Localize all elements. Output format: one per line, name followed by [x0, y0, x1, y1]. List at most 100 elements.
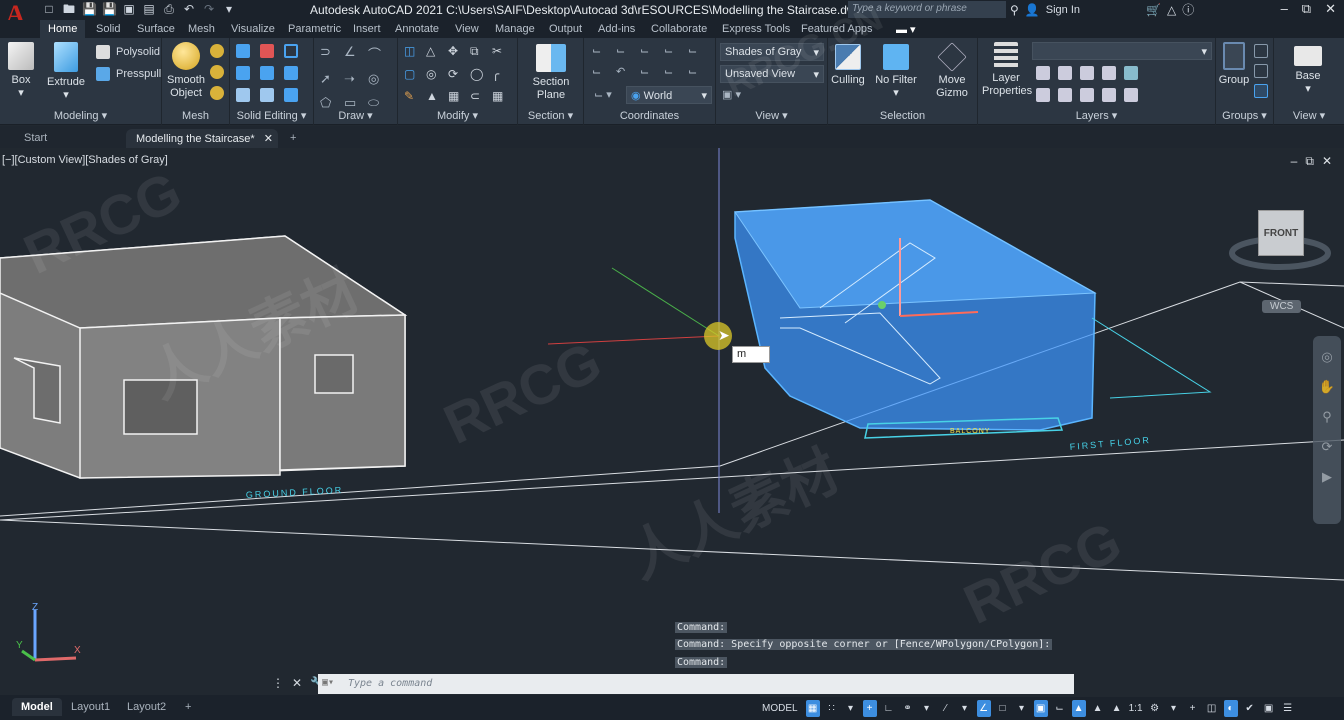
search-input[interactable]: Type a keyword or phrase: [848, 1, 1006, 18]
tab-manage[interactable]: Manage: [489, 22, 541, 36]
annotation-scale-icon[interactable]: ▲: [1110, 700, 1124, 717]
smooth-more-icon[interactable]: [210, 44, 224, 58]
viewcube[interactable]: FRONT: [1258, 210, 1304, 256]
ortho-icon[interactable]: ∟: [882, 700, 896, 717]
annotation-monitor-icon[interactable]: +: [1186, 700, 1200, 717]
ucs-previous2-icon[interactable]: ↶: [616, 65, 632, 78]
layer-unlock-icon[interactable]: [1102, 88, 1116, 102]
slice-icon[interactable]: [260, 66, 274, 80]
panel-label[interactable]: Groups ▾: [1216, 109, 1273, 122]
scale-icon[interactable]: ◯: [470, 67, 486, 81]
layer-state-icon[interactable]: [1124, 66, 1138, 80]
layer-unisolate-icon[interactable]: [1058, 88, 1072, 102]
close-tab-icon[interactable]: ✕: [264, 133, 273, 145]
sign-in-button[interactable]: Sign In: [1046, 4, 1080, 16]
layer-properties-button[interactable]: Layer Properties: [982, 42, 1032, 98]
search-icon[interactable]: ⚲: [1010, 3, 1019, 17]
customize-icon[interactable]: ▾: [222, 2, 236, 16]
ucs-icon[interactable]: ⌙: [592, 44, 608, 57]
ungroup-icon[interactable]: [1254, 44, 1268, 58]
polar-icon[interactable]: ⚭: [901, 700, 915, 717]
panel-label[interactable]: View ▾: [716, 109, 827, 122]
thicken-icon[interactable]: [260, 88, 274, 102]
dynamic-input-icon[interactable]: +: [862, 700, 877, 717]
osnap-track-icon[interactable]: ∠: [976, 700, 991, 717]
workspace-dropdown-icon[interactable]: ▾: [1167, 700, 1181, 717]
layer-match-icon[interactable]: [1124, 88, 1138, 102]
smooth-object-button[interactable]: Smooth Object: [166, 42, 206, 100]
orbit-icon[interactable]: ⟳: [1313, 432, 1341, 462]
layer-dropdown[interactable]: ▾: [1032, 42, 1212, 60]
save-icon[interactable]: 💾: [82, 2, 97, 16]
viewport-config-icon[interactable]: ▣ ▾: [722, 88, 741, 101]
graphics-performance-icon[interactable]: ✔: [1243, 700, 1257, 717]
hardware-acceleration-icon[interactable]: ◐: [1223, 700, 1238, 717]
3d-array-icon[interactable]: ◎: [426, 67, 442, 81]
save-as-icon[interactable]: 💾: [102, 2, 117, 16]
presspull-button[interactable]: Presspull: [96, 67, 161, 81]
move-gizmo-button[interactable]: Move Gizmo: [930, 42, 974, 100]
ucs-origin-icon[interactable]: ⌙: [592, 65, 608, 78]
steering-wheel-icon[interactable]: ◎: [1313, 342, 1341, 372]
ucs-3point-icon[interactable]: ⌙: [688, 65, 704, 78]
box-button[interactable]: Box ▾: [6, 42, 36, 100]
tab-drawing[interactable]: Modelling the Staircase* ✕: [126, 129, 278, 148]
close-icon[interactable]: ✕: [1325, 1, 1336, 17]
drawing-viewport[interactable]: ➤ GROUND FLOOR FIRST FLOOR BALCONY Z X Y…: [0, 148, 1344, 693]
ucs-object-icon[interactable]: ⌙: [688, 44, 704, 57]
tab-featured-apps[interactable]: Featured Apps: [795, 22, 879, 36]
new-layout-icon[interactable]: +: [176, 698, 200, 716]
tab-solid[interactable]: Solid: [90, 22, 126, 36]
command-close-icon[interactable]: ✕: [292, 676, 302, 690]
interfere-icon[interactable]: [236, 88, 250, 102]
visual-style-dropdown[interactable]: Shades of Gray ▾: [720, 43, 824, 61]
workspace-gear-icon[interactable]: ⚙: [1148, 700, 1162, 717]
new-icon[interactable]: □: [42, 2, 56, 16]
circle-icon[interactable]: ◎: [368, 71, 386, 87]
ucs-view-icon[interactable]: ⌙: [664, 44, 680, 57]
restore-icon[interactable]: ⧉: [1302, 1, 1311, 17]
showmotion-icon[interactable]: ▶: [1313, 462, 1341, 492]
line-icon[interactable]: ➚: [320, 71, 338, 87]
redo-icon[interactable]: ↷: [202, 2, 216, 16]
ucs-icon-toggle[interactable]: ⌙ ▾: [594, 88, 612, 101]
autodesk-app-icon[interactable]: △: [1167, 3, 1176, 17]
navigation-bar[interactable]: ◎ ✋ ⚲ ⟳ ▶: [1313, 336, 1341, 524]
layer-freeze-icon[interactable]: [1080, 66, 1094, 80]
ucs-x-icon[interactable]: ⌙: [640, 65, 656, 78]
subtract-icon[interactable]: [260, 44, 274, 58]
ribbon-minimize-icon[interactable]: ▬ ▾: [890, 22, 922, 37]
panel-label[interactable]: Solid Editing ▾: [230, 109, 313, 122]
no-filter-button[interactable]: No Filter ▾: [874, 44, 918, 100]
intersect-icon[interactable]: [236, 66, 250, 80]
base-button[interactable]: Base ▾: [1288, 46, 1328, 96]
isodraft-icon[interactable]: ⁄: [939, 700, 953, 717]
panel-label[interactable]: Section ▾: [518, 109, 583, 122]
layer-thaw-icon[interactable]: [1080, 88, 1094, 102]
viewport-controls-label[interactable]: [−][Custom View][Shades of Gray]: [2, 154, 168, 166]
tab-view[interactable]: View: [449, 22, 485, 36]
cart-icon[interactable]: 🛒: [1146, 3, 1161, 17]
panel-label[interactable]: Modify ▾: [398, 109, 517, 122]
selection-cycling-icon[interactable]: ▣: [1033, 700, 1048, 717]
panel-label[interactable]: Draw ▾: [314, 109, 397, 122]
move-icon[interactable]: ✥: [448, 44, 464, 59]
grid-icon[interactable]: ▦: [805, 700, 820, 717]
tab-surface[interactable]: Surface: [131, 22, 181, 36]
named-view-dropdown[interactable]: Unsaved View ▾: [720, 65, 824, 83]
viewport-minimize-icon[interactable]: –: [1291, 154, 1298, 169]
save-to-web-icon[interactable]: ▤: [142, 2, 156, 16]
group-button[interactable]: Group: [1218, 42, 1250, 87]
polysolid-button[interactable]: Polysolid: [96, 45, 160, 59]
tab-model[interactable]: Model: [12, 698, 62, 716]
layer-on-icon[interactable]: [1036, 88, 1050, 102]
tab-layout2[interactable]: Layout2: [118, 698, 175, 716]
stretch-icon[interactable]: ▢: [404, 67, 420, 81]
customize-statusbar-icon[interactable]: ☰: [1281, 700, 1295, 717]
recent-commands-icon[interactable]: ▣▾: [322, 677, 334, 688]
pan-icon[interactable]: ✋: [1313, 372, 1341, 402]
erase-icon[interactable]: ✎: [404, 89, 420, 103]
rotate-icon[interactable]: ⟳: [448, 67, 464, 81]
annotation-scale-dropdown[interactable]: 1:1: [1129, 700, 1143, 717]
3d-align-icon[interactable]: △: [426, 44, 442, 59]
